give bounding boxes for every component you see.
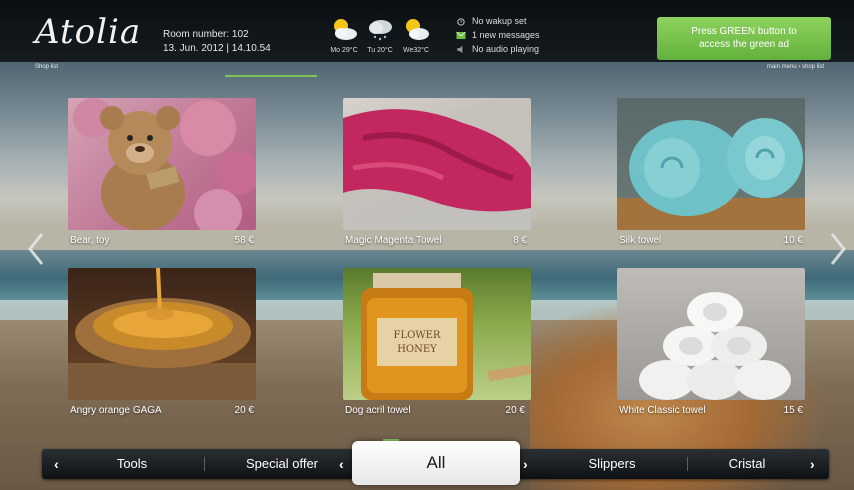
green-ad-button[interactable]: Press GREEN button to access the green a… bbox=[657, 17, 831, 60]
weather-day: We32°C bbox=[398, 16, 434, 60]
product-price: 10 € bbox=[783, 235, 803, 246]
category-tools[interactable]: Tools bbox=[82, 449, 182, 479]
product-name: Dog acril towel bbox=[345, 405, 411, 416]
category-next-icon[interactable]: › bbox=[810, 449, 815, 479]
divider bbox=[687, 457, 688, 471]
teddy-bear-image bbox=[68, 98, 256, 230]
product-info: Silk towel 10 € bbox=[619, 235, 805, 249]
sun-cloud-icon bbox=[334, 19, 357, 40]
product-card[interactable]: Bear, toy 58 € bbox=[68, 98, 256, 246]
top-bar: Atolia Room number: 102 13. Jun. 2012 | … bbox=[0, 0, 854, 62]
room-number: Room number: 102 bbox=[163, 29, 249, 40]
weather-label: Tu 20°C bbox=[367, 47, 393, 54]
product-name: White Classic towel bbox=[619, 405, 706, 416]
messages-text: 1 new messages bbox=[472, 30, 540, 40]
messages-status[interactable]: 1 new messages bbox=[456, 28, 540, 42]
product-info: White Classic towel 15 € bbox=[619, 405, 805, 419]
magenta-towel-image bbox=[343, 98, 531, 230]
weather-forecast: Mo 29°C Tu 20°C We32°C bbox=[326, 16, 434, 60]
product-card[interactable]: White Classic towel 15 € bbox=[617, 268, 805, 416]
jar-label-line: FLOWER bbox=[394, 330, 441, 341]
page-title: Shop list bbox=[35, 64, 59, 70]
rolled-blue-towels-image bbox=[617, 98, 805, 230]
audio-text: No audio playing bbox=[472, 44, 540, 54]
date-time: 13. Jun. 2012 | 14.10.54 bbox=[163, 43, 271, 54]
product-info: Magic Magenta Towel 8 € bbox=[345, 235, 531, 249]
product-card[interactable]: Angry orange GAGA 20 € bbox=[68, 268, 256, 416]
category-prev-icon[interactable]: ‹ bbox=[54, 449, 59, 479]
product-price: 8 € bbox=[513, 235, 527, 246]
category-cristal[interactable]: Cristal bbox=[697, 449, 797, 479]
wakeup-status: No wakup set bbox=[456, 14, 540, 28]
divider bbox=[204, 457, 205, 471]
previous-page-arrow-icon[interactable] bbox=[27, 232, 45, 266]
product-info: Bear, toy 58 € bbox=[70, 235, 256, 249]
category-slippers[interactable]: Slippers bbox=[562, 449, 662, 479]
weather-day: Mo 29°C bbox=[326, 16, 362, 60]
product-name: Silk towel bbox=[619, 235, 662, 246]
category-all-selected[interactable]: All bbox=[352, 441, 520, 485]
status-panel: No wakup set 1 new messages No audio pla… bbox=[456, 14, 540, 56]
weather-label: We32°C bbox=[402, 47, 429, 54]
weather-label: Mo 29°C bbox=[330, 47, 358, 54]
tab-indicator bbox=[225, 75, 317, 77]
wakeup-text: No wakup set bbox=[472, 16, 527, 26]
product-name: Magic Magenta Towel bbox=[345, 235, 442, 246]
product-price: 20 € bbox=[234, 405, 254, 416]
jar-label-line: HONEY bbox=[397, 344, 437, 355]
product-card[interactable]: Magic Magenta Towel 8 € bbox=[343, 98, 531, 246]
sun-cloud-icon bbox=[406, 19, 429, 40]
breadcrumb[interactable]: main menu › shop list bbox=[767, 64, 824, 70]
product-info: Dog acril towel 20 € bbox=[345, 405, 531, 419]
white-towels-stack-image bbox=[617, 268, 805, 400]
room-info: Room number: 102 13. Jun. 2012 | 14.10.5… bbox=[163, 28, 271, 56]
audio-status: No audio playing bbox=[456, 42, 540, 56]
honey-jar-image: FLOWER HONEY bbox=[343, 268, 531, 400]
product-price: 15 € bbox=[783, 405, 803, 416]
product-price: 20 € bbox=[505, 405, 525, 416]
product-name: Angry orange GAGA bbox=[70, 405, 162, 416]
honey-bowl-image bbox=[68, 268, 256, 400]
product-card[interactable]: FLOWER HONEY Dog acril towel 20 € bbox=[343, 268, 531, 416]
active-next-icon[interactable]: › bbox=[523, 449, 528, 479]
product-info: Angry orange GAGA 20 € bbox=[70, 405, 256, 419]
active-prev-icon[interactable]: ‹ bbox=[339, 449, 344, 479]
next-page-arrow-icon[interactable] bbox=[829, 232, 847, 266]
speaker-icon bbox=[457, 45, 463, 53]
rain-cloud-icon bbox=[369, 20, 392, 41]
product-card[interactable]: Silk towel 10 € bbox=[617, 98, 805, 246]
envelope-icon bbox=[456, 31, 466, 39]
weather-day: Tu 20°C bbox=[362, 16, 398, 60]
logo: Atolia bbox=[35, 12, 142, 52]
alarm-clock-icon bbox=[457, 17, 465, 26]
product-name: Bear, toy bbox=[70, 235, 110, 246]
product-price: 58 € bbox=[234, 235, 254, 246]
category-special-offer[interactable]: Special offer bbox=[222, 449, 342, 479]
